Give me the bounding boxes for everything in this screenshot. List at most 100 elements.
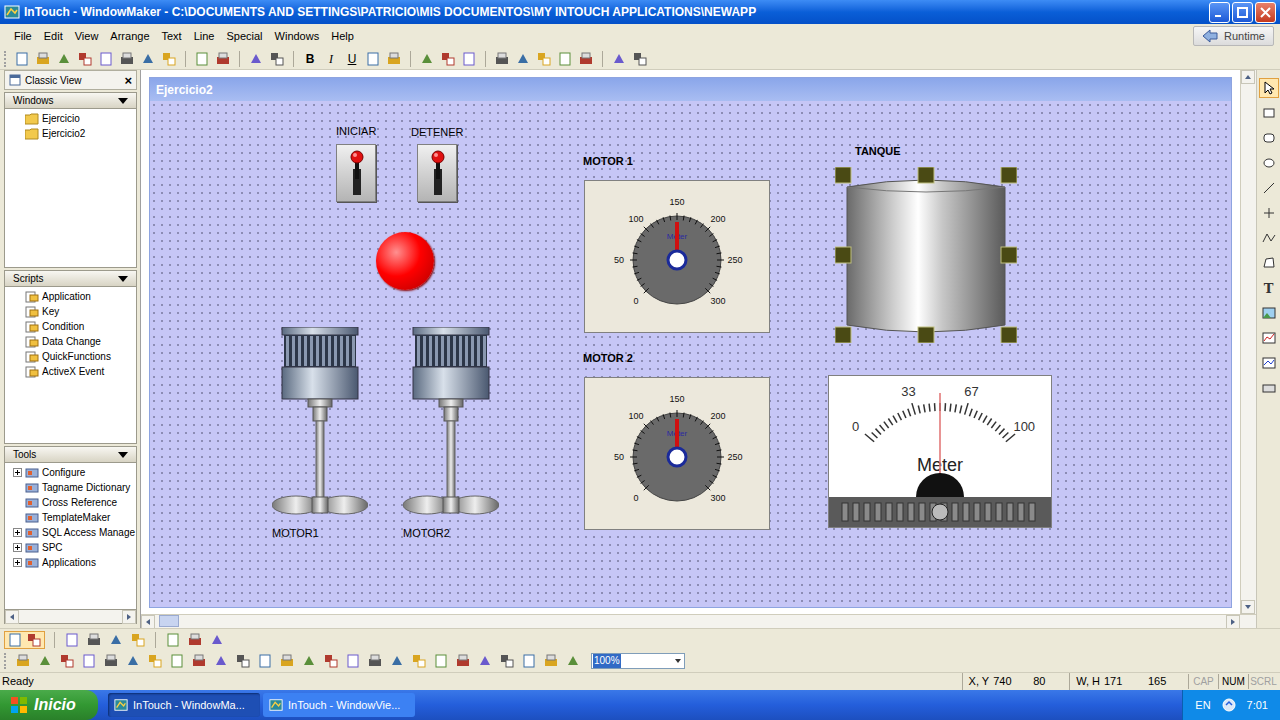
toolbar-button-icon[interactable] [194, 51, 210, 67]
zoom-combo[interactable]: 100% [591, 653, 685, 669]
toolbar-button-icon[interactable] [279, 653, 295, 669]
selection-handle[interactable] [835, 247, 851, 263]
toolbar-button-icon[interactable] [215, 51, 231, 67]
tree-item[interactable]: Cross Reference [5, 495, 136, 510]
selection-handle[interactable] [1001, 247, 1017, 263]
menu-item[interactable]: Help [325, 28, 360, 45]
title-bar[interactable]: InTouch - WindowMaker - C:\DOCUMENTS AND… [0, 0, 1280, 24]
tree-item[interactable]: Tagname Dictionary [5, 480, 136, 495]
toolbar-button-icon[interactable] [367, 653, 383, 669]
drawing-tool[interactable] [1259, 378, 1279, 398]
toolbar-button-icon[interactable] [389, 653, 405, 669]
toolbar-button-icon[interactable] [14, 51, 30, 67]
section-header[interactable]: Tools [4, 446, 137, 463]
toolbar-button-icon[interactable] [86, 632, 102, 648]
toolbar-button-icon[interactable] [235, 653, 251, 669]
toolbar-button-icon[interactable] [125, 653, 141, 669]
toolbar-button-icon[interactable] [191, 653, 207, 669]
selection-handle[interactable] [918, 327, 934, 343]
toolbar-button-icon[interactable] [187, 632, 203, 648]
toolbar-button-icon[interactable] [536, 51, 552, 67]
toolbar-button-icon[interactable] [165, 632, 181, 648]
toolbar-button-icon[interactable] [37, 653, 53, 669]
scroll-up-button[interactable] [1241, 70, 1255, 84]
toolbar-button-icon[interactable] [7, 632, 23, 648]
toolbar-button-icon[interactable] [419, 51, 435, 67]
toolbar-button-icon[interactable] [64, 632, 80, 648]
toolbar-button-icon[interactable] [632, 51, 648, 67]
expand-icon[interactable] [13, 468, 22, 477]
drawing-tool[interactable] [1259, 328, 1279, 348]
toolbar-button-icon[interactable] [477, 653, 493, 669]
tree-item[interactable]: SQL Access Manage [5, 525, 136, 540]
tree-item[interactable]: Ejercicio2 [5, 126, 136, 141]
menu-item[interactable]: Windows [269, 28, 326, 45]
toggle-switch[interactable] [336, 144, 376, 202]
toolbar-button-icon[interactable] [269, 51, 285, 67]
format-button[interactable]: I [323, 50, 339, 68]
scroll-right-button[interactable] [122, 610, 136, 624]
drawing-tool[interactable] [1259, 153, 1279, 173]
toolbar-button-icon[interactable] [455, 653, 471, 669]
toolbar-button-icon[interactable] [365, 51, 381, 67]
start-button[interactable]: Inicio [0, 690, 98, 720]
toolbar-button-icon[interactable] [130, 632, 146, 648]
toolbar-button-icon[interactable] [248, 51, 264, 67]
vertical-scrollbar[interactable] [1240, 70, 1256, 614]
menu-item[interactable]: Edit [38, 28, 69, 45]
toolbar-button-icon[interactable] [169, 653, 185, 669]
drawing-tool[interactable] [1259, 103, 1279, 123]
maximize-button[interactable] [1232, 2, 1253, 23]
tray-icon[interactable] [1221, 697, 1237, 713]
drawing-tool[interactable]: T [1259, 278, 1279, 298]
tree-item[interactable]: ActiveX Event [5, 364, 136, 379]
scroll-down-button[interactable] [1241, 600, 1255, 614]
tree-item[interactable]: Ejercicio [5, 111, 136, 126]
toolbar-button-icon[interactable] [494, 51, 510, 67]
tree-item[interactable]: Data Change [5, 334, 136, 349]
selection-handle[interactable] [835, 167, 851, 183]
drawing-tool[interactable] [1259, 228, 1279, 248]
drawing-tool[interactable] [1259, 353, 1279, 373]
scroll-thumb[interactable] [159, 615, 179, 627]
toolbar-button-icon[interactable] [611, 51, 627, 67]
tree-item[interactable]: Condition [5, 319, 136, 334]
toolbar-button-icon[interactable] [515, 51, 531, 67]
toolbar-button-icon[interactable] [301, 653, 317, 669]
menu-item[interactable]: File [8, 28, 38, 45]
tree-item[interactable]: Applications [5, 555, 136, 570]
toolbar-button-icon[interactable] [77, 51, 93, 67]
toolbar-button-icon[interactable] [543, 653, 559, 669]
format-button[interactable]: U [344, 50, 360, 68]
toolbar-button-icon[interactable] [557, 51, 573, 67]
panel-horizontal-scrollbar[interactable] [4, 610, 137, 624]
toolbar-button-icon[interactable] [213, 653, 229, 669]
toolbar-button-icon[interactable] [35, 51, 51, 67]
format-button[interactable]: B [302, 50, 318, 68]
drawing-tool[interactable] [1259, 303, 1279, 323]
canvas[interactable]: INICIARDETENERMOTOR1MOTOR2MOTOR 10501001… [150, 101, 1231, 607]
toggle-switch[interactable] [417, 144, 457, 202]
agitator-motor[interactable] [272, 327, 368, 519]
collapse-arrow-icon[interactable] [118, 276, 128, 282]
tank[interactable] [835, 167, 1017, 343]
drawing-tool[interactable] [1259, 128, 1279, 148]
tree-item[interactable]: Application [5, 289, 136, 304]
toolbar-button-icon[interactable] [108, 632, 124, 648]
drawing-tool[interactable] [1259, 203, 1279, 223]
toolbar-button-icon[interactable] [56, 51, 72, 67]
toolbar-button-icon[interactable] [440, 51, 456, 67]
toolbar-button-icon[interactable] [521, 653, 537, 669]
toolbar-button-icon[interactable] [499, 653, 515, 669]
expand-icon[interactable] [13, 543, 22, 552]
selection-handle[interactable] [918, 167, 934, 183]
selection-handle[interactable] [1001, 167, 1017, 183]
taskbar-button[interactable]: InTouch - WindowVie... [263, 693, 415, 717]
toolbar-button-icon[interactable] [103, 653, 119, 669]
tree-item[interactable]: QuickFunctions [5, 349, 136, 364]
menu-item[interactable]: Special [220, 28, 268, 45]
language-indicator[interactable]: EN [1195, 697, 1210, 714]
menu-item[interactable]: Arrange [104, 28, 155, 45]
toolbar-button-icon[interactable] [345, 653, 361, 669]
toolbar-grip[interactable] [4, 51, 7, 67]
